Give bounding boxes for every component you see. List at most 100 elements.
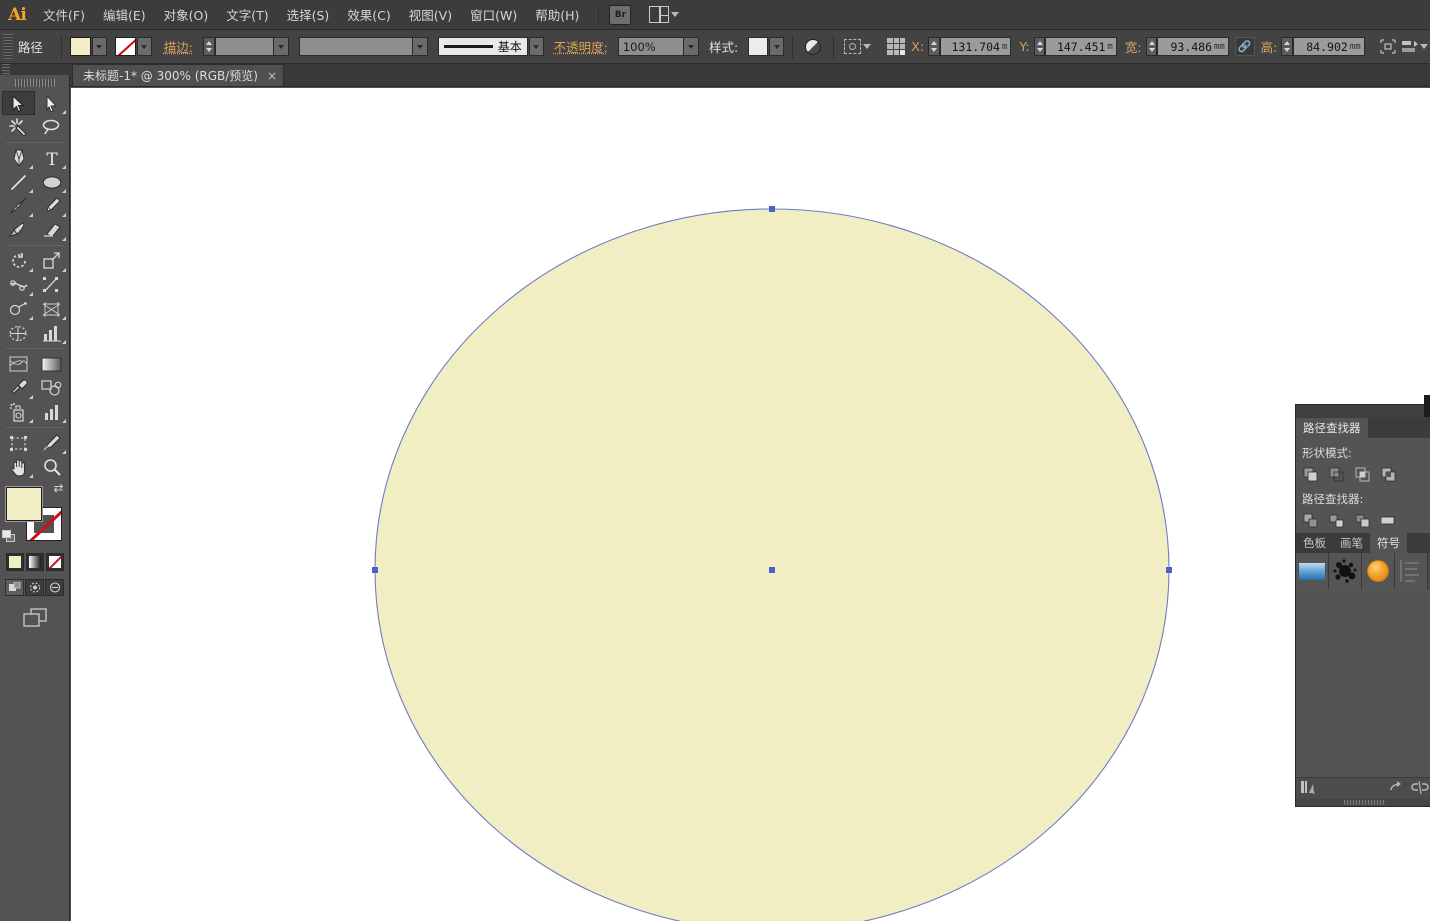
reference-point-grid-icon[interactable] — [884, 36, 910, 58]
panel-close-icon[interactable] — [1424, 395, 1430, 417]
rotate-tool[interactable] — [2, 249, 35, 273]
panel-drag-bar[interactable] — [1296, 405, 1430, 418]
ellipse-tool[interactable] — [35, 170, 68, 194]
trim-button[interactable] — [1328, 512, 1345, 529]
width-tool[interactable] — [2, 273, 35, 297]
line-segment-tool[interactable] — [2, 170, 35, 194]
x-field[interactable]: 131.704m — [940, 37, 1011, 56]
artboard-tool[interactable] — [2, 431, 35, 455]
default-fill-stroke-icon[interactable] — [2, 530, 17, 545]
stroke-none-swatch[interactable] — [115, 37, 136, 56]
slice-tool[interactable] — [35, 431, 68, 455]
pencil-tool[interactable] — [35, 194, 68, 218]
gradient-tool[interactable] — [35, 352, 68, 376]
direct-selection-tool[interactable] — [35, 91, 68, 115]
swap-fill-stroke-icon[interactable]: ⇄ — [54, 481, 70, 497]
menu-object[interactable]: 对象(O) — [155, 1, 218, 28]
symbols-list-area[interactable] — [1296, 589, 1430, 777]
y-stepper[interactable] — [1034, 37, 1046, 56]
magic-wand-tool[interactable] — [2, 115, 35, 139]
menu-type[interactable]: 文字(T) — [217, 1, 277, 28]
recolor-artwork-icon[interactable] — [801, 36, 825, 58]
symbol-libraries-menu-button[interactable] — [1301, 780, 1317, 797]
stroke-dropdown-button[interactable] — [137, 37, 152, 56]
unite-button[interactable] — [1302, 466, 1319, 483]
draw-normal-button[interactable] — [5, 579, 24, 596]
symbol-sprayer-tool[interactable] — [2, 400, 35, 424]
menu-view[interactable]: 视图(V) — [400, 1, 461, 28]
type-tool[interactable]: T — [35, 146, 68, 170]
graphic-style-swatch[interactable] — [748, 37, 768, 56]
menu-select[interactable]: 选择(S) — [278, 1, 339, 28]
break-link-button[interactable] — [1411, 781, 1429, 797]
eraser-tool[interactable] — [35, 218, 68, 242]
merge-button[interactable] — [1354, 512, 1371, 529]
shape-builder-tool[interactable] — [2, 297, 35, 321]
pen-tool[interactable] — [2, 146, 35, 170]
width-stepper[interactable] — [1146, 37, 1158, 56]
stroke-weight-stepper[interactable] — [203, 37, 215, 56]
tab-brushes[interactable]: 画笔 — [1333, 533, 1370, 553]
selection-tool[interactable] — [2, 91, 35, 115]
symbol-blue-gradient[interactable] — [1296, 553, 1329, 589]
graphic-style-dropdown-button[interactable] — [769, 37, 784, 56]
fill-proxy-swatch[interactable] — [6, 487, 42, 521]
artboard-canvas[interactable] — [71, 88, 1430, 921]
menu-window[interactable]: 窗口(W) — [461, 1, 526, 28]
perspective-grid-tool[interactable] — [35, 297, 68, 321]
tab-swatches[interactable]: 色板 — [1296, 533, 1333, 553]
align-panel-button[interactable] — [1400, 36, 1430, 58]
screen-mode-button[interactable] — [0, 608, 69, 628]
opacity-input[interactable]: 100% — [618, 37, 699, 56]
bridge-icon[interactable]: Br — [609, 5, 631, 25]
paintbrush-tool[interactable] — [2, 194, 35, 218]
stroke-color-control[interactable] — [115, 37, 152, 56]
control-bar-grip[interactable] — [3, 34, 13, 60]
toolbox-grip[interactable] — [15, 79, 55, 87]
column-graph-tool-2[interactable] — [35, 400, 68, 424]
gradient-mesh-tool[interactable] — [2, 352, 35, 376]
exclude-button[interactable] — [1380, 466, 1397, 483]
mesh-tool[interactable] — [2, 321, 35, 345]
crop-button[interactable] — [1380, 512, 1397, 529]
stroke-weight-dropdown-button[interactable] — [273, 38, 288, 55]
brush-definition-select[interactable] — [299, 37, 428, 56]
eyedropper-tool[interactable] — [2, 376, 35, 400]
height-field[interactable]: 84.902mm — [1293, 37, 1364, 56]
blend-tool[interactable] — [35, 376, 68, 400]
panel-resize-grip[interactable] — [1296, 799, 1430, 806]
fill-swatch[interactable] — [70, 37, 91, 56]
stroke-weight-input[interactable] — [215, 37, 289, 56]
brush-definition-dropdown-button[interactable] — [412, 38, 427, 55]
lasso-tool[interactable] — [35, 115, 68, 139]
zoom-tool[interactable] — [35, 455, 68, 479]
place-symbol-instance-button[interactable] — [1389, 781, 1405, 797]
width-field[interactable]: 93.486mm — [1157, 37, 1228, 56]
document-tab[interactable]: 未标题-1* @ 300% (RGB/预览) × — [72, 64, 284, 86]
none-mode-button[interactable] — [46, 553, 64, 571]
menu-file[interactable]: 文件(F) — [34, 1, 94, 28]
x-stepper[interactable] — [928, 37, 940, 56]
hand-tool[interactable] — [2, 455, 35, 479]
symbol-partial[interactable] — [1395, 553, 1428, 589]
y-field[interactable]: 147.451m — [1045, 37, 1116, 56]
column-graph-tool[interactable] — [35, 321, 68, 345]
opacity-label[interactable]: 不透明度: — [554, 37, 608, 56]
fill-control[interactable] — [70, 37, 107, 56]
color-mode-button[interactable] — [6, 553, 24, 571]
draw-inside-button[interactable] — [45, 579, 64, 596]
link-proportions-icon[interactable]: 🔗 — [1235, 37, 1255, 56]
width-profile-select[interactable]: 基本 — [438, 37, 544, 56]
tab-pathfinder[interactable]: 路径查找器 — [1296, 418, 1368, 438]
blob-brush-tool[interactable] — [2, 218, 35, 242]
minus-front-button[interactable] — [1328, 466, 1345, 483]
free-transform-tool[interactable] — [35, 273, 68, 297]
gradient-mode-button[interactable] — [26, 553, 44, 571]
symbol-orange-circle[interactable] — [1362, 553, 1395, 589]
tab-symbols[interactable]: 符号 — [1370, 533, 1407, 553]
height-stepper[interactable] — [1281, 37, 1293, 56]
fill-dropdown-button[interactable] — [92, 37, 107, 56]
draw-behind-button[interactable] — [25, 579, 44, 596]
close-icon[interactable]: × — [267, 69, 277, 83]
isolate-selected-button[interactable] — [842, 36, 874, 58]
